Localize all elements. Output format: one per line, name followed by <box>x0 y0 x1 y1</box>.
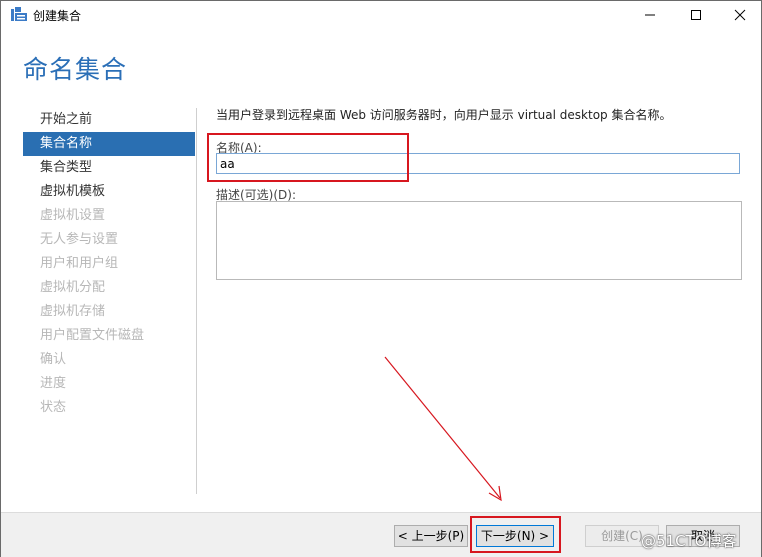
close-icon <box>734 9 746 20</box>
nav-item-before-you-begin[interactable]: 开始之前 <box>23 108 195 132</box>
maximize-button[interactable] <box>673 1 719 28</box>
collection-name-input[interactable] <box>216 153 740 174</box>
minimize-button[interactable] <box>627 1 673 28</box>
title-bar[interactable]: 创建集合 <box>1 1 761 28</box>
nav-item-progress: 进度 <box>40 376 67 391</box>
nav-item-collection-name[interactable]: 集合名称 <box>23 132 195 156</box>
minimize-icon <box>645 14 655 15</box>
nav-item-vm-allocation: 虚拟机分配 <box>40 280 106 295</box>
nav-item-vm-settings: 虚拟机设置 <box>40 208 106 223</box>
window-title: 创建集合 <box>33 9 82 23</box>
wizard-nav: 开始之前 集合名称 集合类型 虚拟机模板 虚拟机设置 无人参与设置 用户和用户组… <box>23 108 195 420</box>
nav-item-vm-storage: 虚拟机存储 <box>40 304 106 319</box>
nav-item-collection-type[interactable]: 集合类型 <box>23 156 195 180</box>
maximize-icon <box>691 9 701 20</box>
nav-item-confirmation: 确认 <box>40 352 67 367</box>
watermark: @51CTO博客 <box>641 532 737 550</box>
nav-item-users-groups: 用户和用户组 <box>40 256 119 271</box>
close-button[interactable] <box>717 1 762 28</box>
nav-item-unattended-settings: 无人参与设置 <box>40 232 119 247</box>
nav-item-vm-template[interactable]: 虚拟机模板 <box>23 180 195 204</box>
previous-button[interactable]: < 上一步(P) <box>394 525 468 547</box>
page-title: 命名集合 <box>23 55 128 84</box>
description-textarea[interactable] <box>216 201 742 280</box>
nav-divider <box>196 108 197 494</box>
page-description: 当用户登录到远程桌面 Web 访问服务器时，向用户显示 virtual desk… <box>216 108 672 122</box>
next-button[interactable]: 下一步(N) > <box>476 525 554 547</box>
nav-item-user-profile-disks: 用户配置文件磁盘 <box>40 328 145 343</box>
nav-item-results: 状态 <box>40 400 67 415</box>
server-manager-icon <box>11 7 27 21</box>
